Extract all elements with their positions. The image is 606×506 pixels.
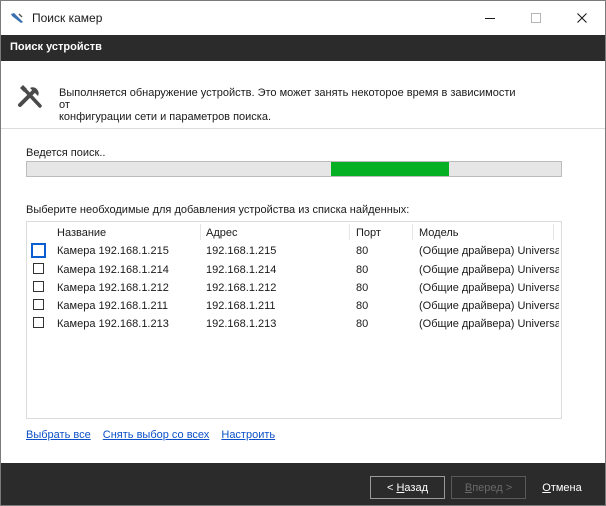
close-button[interactable]: [559, 1, 605, 35]
device-port: 80: [356, 318, 369, 330]
row-checkbox[interactable]: [33, 317, 44, 328]
back-label-rest: азад: [404, 481, 428, 494]
table-row[interactable]: Камера 192.168.1.214 192.168.1.214 80 (О…: [27, 261, 561, 279]
progress-fill: [331, 162, 449, 176]
device-model: (Общие драйвера) Universal ...: [419, 264, 559, 276]
configure-link[interactable]: Настроить: [221, 429, 275, 441]
deselect-all-link[interactable]: Снять выбор со всех: [103, 429, 210, 441]
next-label-key: В: [464, 481, 473, 494]
tool-icon: [11, 13, 23, 23]
device-address: 192.168.1.215: [206, 245, 277, 257]
next-button[interactable]: Вперед >: [451, 476, 526, 499]
device-port: 80: [356, 300, 369, 312]
intro-text: Выполняется обнаружение устройств. Это м…: [59, 87, 519, 123]
list-header: Название Адрес Порт Модель: [27, 222, 561, 242]
next-label-rest: перед >: [472, 481, 513, 494]
device-port: 80: [356, 282, 369, 294]
page-title: Поиск устройств: [10, 41, 102, 53]
row-checkbox[interactable]: [33, 263, 44, 274]
device-address: 192.168.1.214: [206, 264, 277, 276]
device-name: Камера 192.168.1.213: [57, 318, 169, 330]
device-name: Камера 192.168.1.215: [57, 245, 169, 257]
maximize-button[interactable]: [513, 1, 559, 35]
maximize-icon: [531, 13, 541, 23]
device-address: 192.168.1.211: [206, 300, 276, 312]
column-divider[interactable]: [200, 224, 201, 240]
window-title: Поиск камер: [32, 11, 103, 25]
table-row[interactable]: Камера 192.168.1.212 192.168.1.212 80 (О…: [27, 279, 561, 297]
title-bar[interactable]: Поиск камер: [1, 1, 605, 35]
column-divider[interactable]: [553, 224, 554, 240]
intro-line-2: конфигурации сети и параметров поиска.: [59, 111, 272, 123]
column-divider[interactable]: [349, 224, 350, 240]
select-all-link[interactable]: Выбрать все: [26, 429, 91, 441]
device-model: (Общие драйвера) Universal ...: [419, 300, 559, 312]
close-icon: [577, 13, 587, 23]
back-button[interactable]: < Назад: [370, 476, 445, 499]
device-name: Камера 192.168.1.211: [57, 300, 169, 312]
column-header-port[interactable]: Порт: [356, 227, 381, 239]
device-list[interactable]: Название Адрес Порт Модель Камера 192.16…: [26, 221, 562, 419]
device-address: 192.168.1.213: [206, 318, 277, 330]
row-checkbox[interactable]: [31, 243, 46, 258]
search-status: Ведется поиск..: [26, 147, 106, 159]
intro-line-1: Выполняется обнаружение устройств. Это м…: [59, 87, 516, 111]
device-model: (Общие драйвера) Universal ...: [419, 318, 559, 330]
device-model: (Общие драйвера) Universal ...: [419, 282, 559, 294]
page-header: Поиск устройств: [1, 35, 605, 61]
search-cameras-window: Поиск камер Поиск устройств Выполняется …: [0, 0, 606, 506]
device-name: Камера 192.168.1.214: [57, 264, 169, 276]
row-checkbox[interactable]: [33, 281, 44, 292]
search-progress-bar: [26, 161, 562, 177]
minimize-icon: [485, 18, 495, 19]
minimize-button[interactable]: [467, 1, 513, 35]
column-header-name[interactable]: Название: [57, 227, 106, 239]
table-row[interactable]: Камера 192.168.1.215 192.168.1.215 80 (О…: [27, 242, 561, 260]
divider: [1, 128, 605, 129]
column-header-address[interactable]: Адрес: [206, 227, 238, 239]
device-address: 192.168.1.212: [206, 282, 277, 294]
table-row[interactable]: Камера 192.168.1.211 192.168.1.211 80 (О…: [27, 297, 561, 315]
wizard-footer: < Назад Вперед > Отмена: [1, 463, 605, 505]
cancel-label-key: О: [542, 481, 551, 494]
column-divider[interactable]: [412, 224, 413, 240]
tools-icon: [18, 85, 42, 108]
back-label-key: Н: [396, 481, 405, 494]
device-port: 80: [356, 245, 369, 257]
table-row[interactable]: Камера 192.168.1.213 192.168.1.213 80 (О…: [27, 315, 561, 333]
row-checkbox[interactable]: [33, 299, 44, 310]
cancel-label-rest: тмена: [550, 481, 582, 494]
device-model: (Общие драйвера) Universal ...: [419, 245, 559, 257]
list-caption: Выберите необходимые для добавления устр…: [26, 204, 410, 216]
selection-links: Выбрать все Снять выбор со всех Настроит…: [26, 429, 284, 441]
device-name: Камера 192.168.1.212: [57, 282, 169, 294]
column-header-model[interactable]: Модель: [419, 227, 458, 239]
device-port: 80: [356, 264, 369, 276]
cancel-button[interactable]: Отмена: [532, 476, 592, 499]
back-label-prefix: <: [386, 481, 397, 494]
